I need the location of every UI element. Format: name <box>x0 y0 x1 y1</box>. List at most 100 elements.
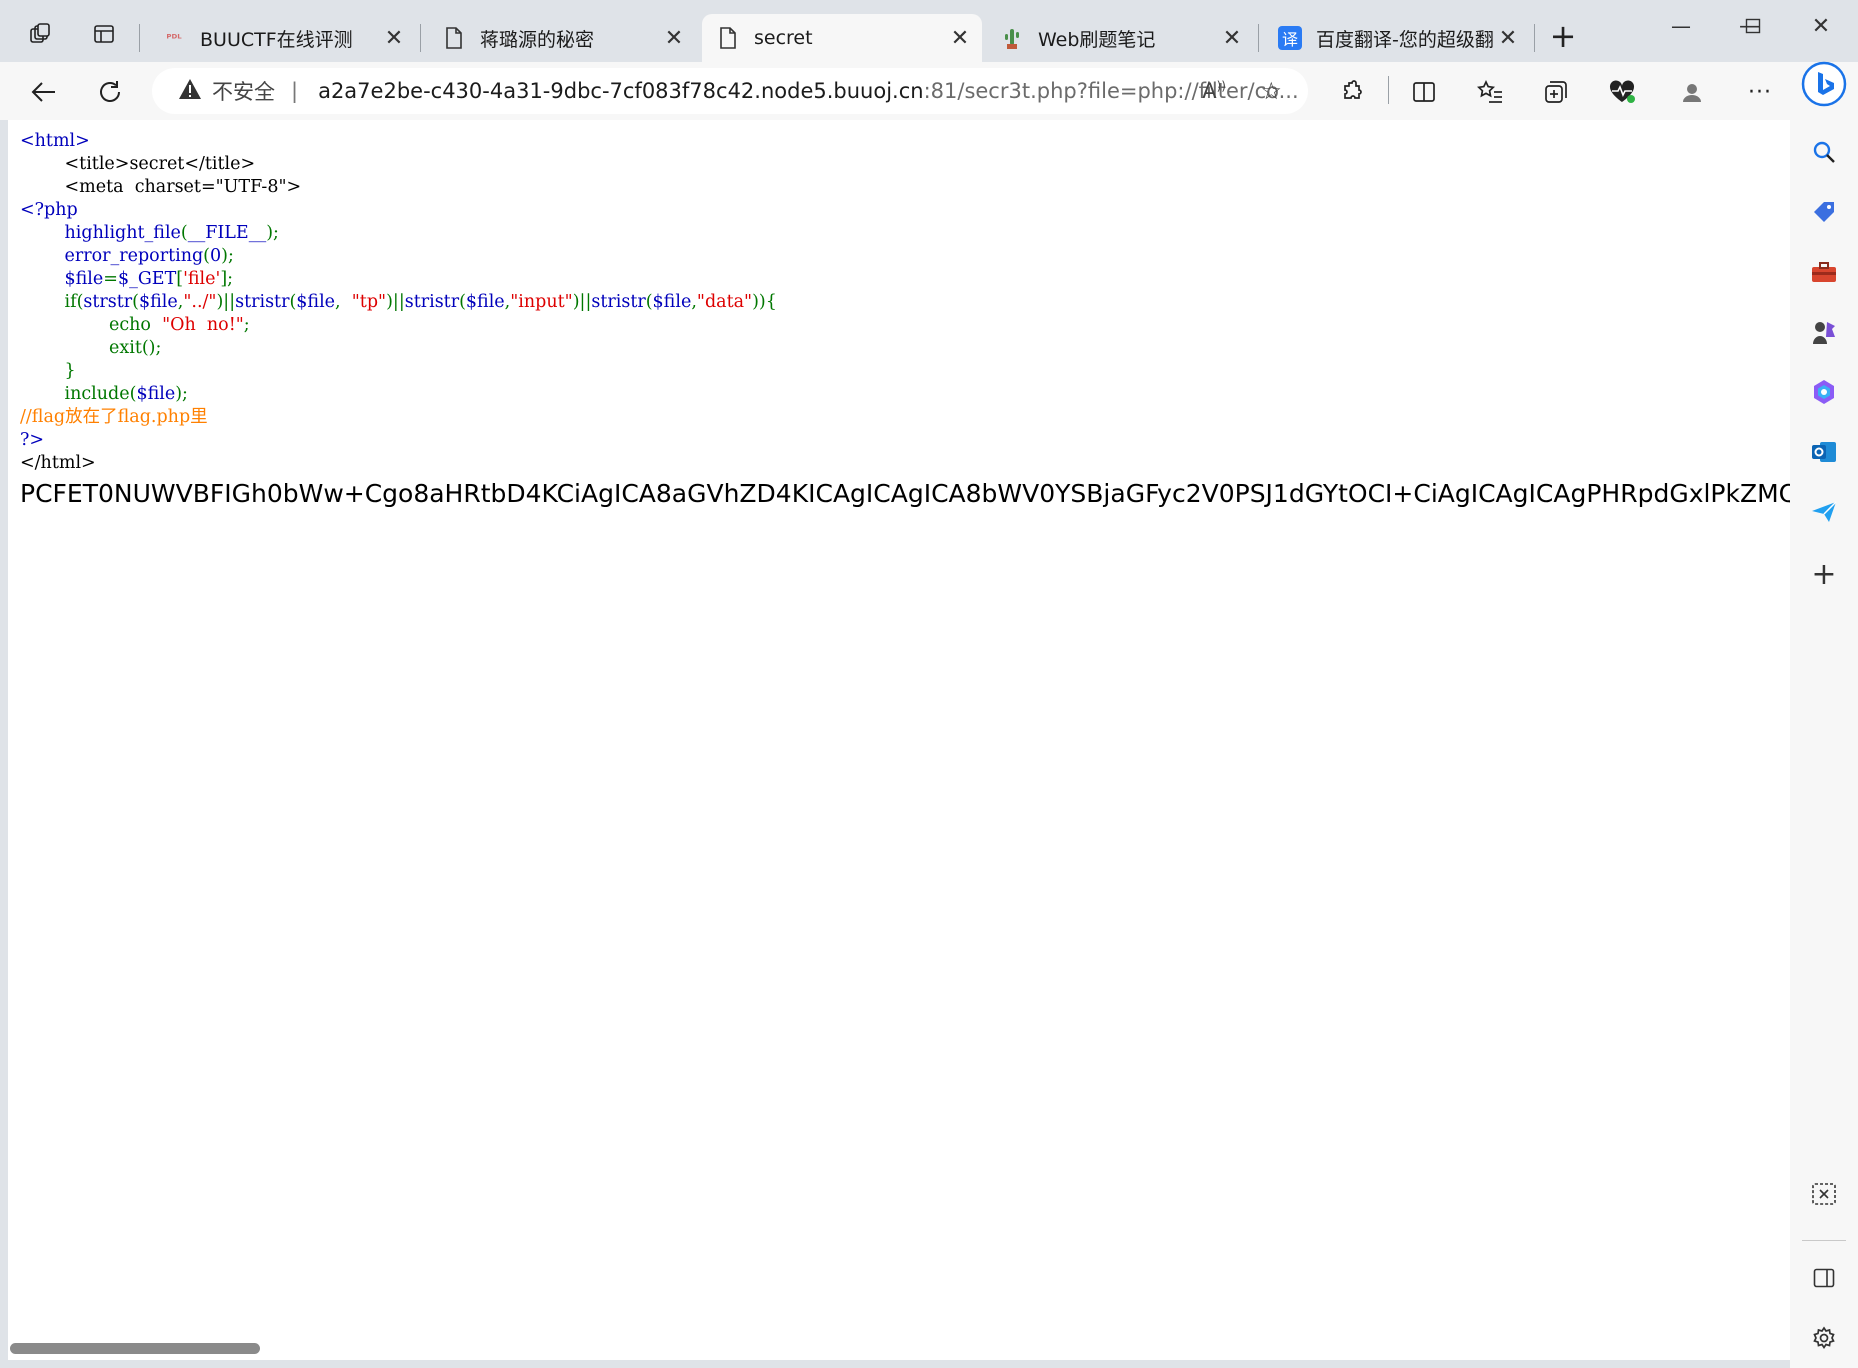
refresh-icon[interactable] <box>88 70 132 114</box>
code-token: ); <box>266 223 279 243</box>
code-token: <?php <box>20 200 78 220</box>
code-token: stristr <box>235 292 290 312</box>
tab-label: BUUCTF在线评测 <box>200 28 353 51</box>
vertical-tabs-icon[interactable] <box>82 14 126 54</box>
favorites-icon[interactable] <box>1468 70 1512 114</box>
code-token: $file <box>136 384 176 404</box>
tab-label: Web刷题笔记 <box>1038 28 1156 51</box>
security-label[interactable]: 不安全 <box>212 76 275 106</box>
code-token: )|| <box>572 292 592 312</box>
code-token: include( <box>20 384 137 404</box>
code-token: "data" <box>696 292 753 312</box>
code-token: if( <box>20 292 84 312</box>
scrollbar-thumb[interactable] <box>10 1343 260 1354</box>
code-token: exit(); <box>20 338 162 358</box>
code-line: <?php <box>20 199 777 222</box>
page-icon <box>442 26 466 50</box>
code-line: highlight_file(__FILE__); <box>20 222 777 245</box>
page-icon <box>716 26 740 50</box>
horizontal-scrollbar[interactable] <box>8 1342 1790 1360</box>
address-bar[interactable]: 不安全 | a2a7e2be-c430-4a31-9dbc-7cf083f78c… <box>152 68 1308 114</box>
code-line: <html> <box>20 130 777 153</box>
code-token: )|| <box>386 292 405 312</box>
code-token: __FILE__ <box>187 223 267 243</box>
code-line: //flag放在了flag.php里 <box>20 406 777 429</box>
code-token: ( <box>132 292 139 312</box>
close-icon[interactable]: ✕ <box>660 26 688 51</box>
screenshot-icon[interactable] <box>1804 1174 1844 1214</box>
code-token: ( <box>180 223 188 243</box>
code-token: "tp" <box>351 292 387 312</box>
tab-label: 百度翻译-您的超级翻译 <box>1316 28 1494 51</box>
tab-secret[interactable]: secret ✕ <box>702 14 982 62</box>
add-icon[interactable]: + <box>1804 554 1844 594</box>
buuctf-favicon: ᴾᴰᴸ <box>166 31 182 45</box>
back-icon[interactable] <box>22 70 66 114</box>
settings-icon[interactable] <box>1804 1318 1844 1358</box>
read-aloud-icon[interactable]: A)) <box>1202 79 1226 103</box>
close-icon[interactable]: ✕ <box>1494 26 1522 51</box>
code-token: $_GET <box>117 269 177 289</box>
send-icon[interactable] <box>1804 492 1844 532</box>
code-token: ; <box>243 315 250 335</box>
code-line: <title>secret</title> <box>20 153 777 176</box>
extensions-icon[interactable] <box>1330 70 1374 114</box>
tab-jiang-secret[interactable]: 蒋璐源的秘密 ✕ <box>428 14 696 62</box>
minimize-icon[interactable]: — <box>1651 8 1711 44</box>
navigation-toolbar: 不安全 | a2a7e2be-c430-4a31-9dbc-7cf083f78c… <box>0 62 1858 120</box>
toolbox-icon[interactable] <box>1804 252 1844 292</box>
tab-web-notes[interactable]: Web刷题笔记 ✕ <box>986 14 1254 62</box>
copilot-icon[interactable] <box>1804 372 1844 412</box>
games-icon[interactable] <box>1804 312 1844 352</box>
favorite-star-icon[interactable]: ☆ <box>1260 77 1282 105</box>
code-token: $file <box>20 269 104 289</box>
baidu-translate-favicon: 译 <box>1278 26 1302 50</box>
tab-strip: ᴾᴰᴸ BUUCTF在线评测 ✕ 蒋璐源的秘密 ✕ secret ✕ Web刷题… <box>0 0 1858 62</box>
sidebar-divider <box>1802 1240 1846 1241</box>
cactus-favicon <box>1000 26 1024 50</box>
close-icon[interactable]: ✕ <box>1218 26 1246 51</box>
profile-avatar-icon[interactable] <box>1670 70 1714 114</box>
base64-output: PCFET0NUWVBFIGh0bWw+Cgo8aHRtbD4KCiAgICA8… <box>20 479 1790 508</box>
close-icon[interactable]: ✕ <box>380 26 408 51</box>
bing-copilot-icon[interactable] <box>1800 60 1848 108</box>
close-icon[interactable]: ✕ <box>946 26 974 51</box>
code-token: ( <box>203 246 210 266</box>
code-token: stristr <box>404 292 460 312</box>
tab-baidu-translate[interactable]: 译 百度翻译-您的超级翻译 ✕ <box>1264 14 1530 62</box>
collections-icon[interactable] <box>1534 70 1578 114</box>
code-token: 'file' <box>183 269 221 289</box>
maximize-icon[interactable] <box>1723 8 1783 44</box>
tab-buuctf[interactable]: ᴾᴰᴸ BUUCTF在线评测 ✕ <box>148 14 416 62</box>
code-token: <html> <box>20 131 90 151</box>
outlook-icon[interactable] <box>1804 432 1844 472</box>
warning-icon[interactable] <box>178 78 202 105</box>
code-line: error_reporting(0); <box>20 245 777 268</box>
workspaces-icon[interactable] <box>18 14 62 54</box>
sidebar-layout-icon[interactable] <box>1804 1258 1844 1298</box>
page-viewport: <html> <title>secret</title> <meta chars… <box>8 120 1790 1360</box>
new-tab-button[interactable]: + <box>1541 16 1585 56</box>
split-screen-icon[interactable] <box>1402 70 1446 114</box>
toolbar-divider <box>1388 76 1389 104</box>
code-line: echo "Oh no!"; <box>20 314 777 337</box>
address-separator: | <box>291 79 299 103</box>
code-token: $file <box>465 292 505 312</box>
shopping-tag-icon[interactable] <box>1804 192 1844 232</box>
code-token: ); <box>221 246 234 266</box>
edge-sidebar: + <box>1790 60 1858 1368</box>
code-token: </html> <box>20 453 96 473</box>
code-line: $file=$_GET['file']; <box>20 268 777 291</box>
browser-essentials-icon[interactable] <box>1600 70 1644 114</box>
code-token: stristr <box>591 292 646 312</box>
code-token: "input" <box>510 292 573 312</box>
code-line: } <box>20 360 777 383</box>
code-line: include($file); <box>20 383 777 406</box>
window-close-icon[interactable]: ✕ <box>1791 8 1851 44</box>
code-token: ( <box>645 292 653 312</box>
more-menu-icon[interactable]: ··· <box>1738 70 1782 114</box>
url-host: a2a7e2be-c430-4a31-9dbc-7cf083f78c42.nod… <box>318 79 924 103</box>
code-token: ?> <box>20 430 45 450</box>
tab-label: 蒋璐源的秘密 <box>480 28 595 51</box>
search-icon[interactable] <box>1804 132 1844 172</box>
